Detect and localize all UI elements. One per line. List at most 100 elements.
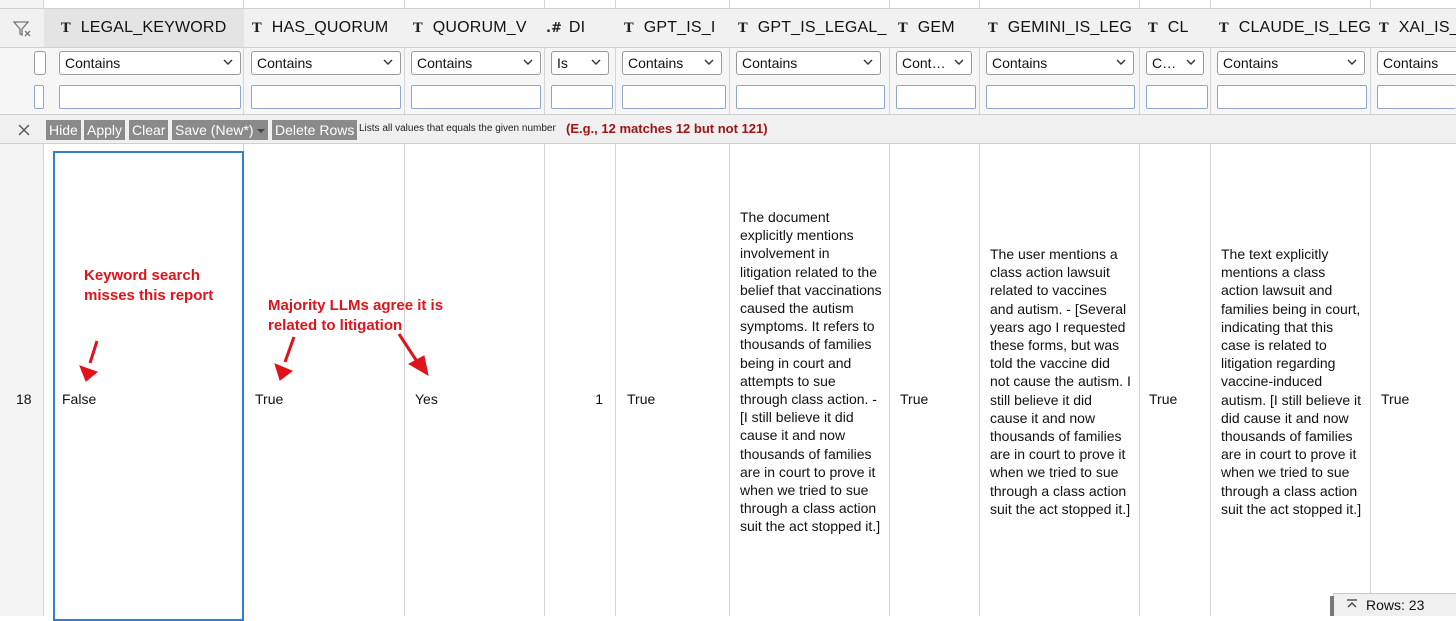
chevron-down-icon <box>383 59 393 65</box>
apply-button[interactable]: Apply <box>84 120 126 140</box>
column-header[interactable]: T XAI_IS_L <box>1371 8 1456 48</box>
filter-value-input[interactable] <box>736 85 885 109</box>
text-type-icon: T <box>898 20 908 36</box>
filter-value-input[interactable] <box>551 85 613 109</box>
table-cell-reason[interactable]: The document explicitly mentions involve… <box>740 208 882 536</box>
annotation-keyword-miss: Keyword search misses this report <box>84 267 214 304</box>
column-header[interactable]: T GPT_IS_I <box>616 8 730 48</box>
chevron-down-icon <box>591 59 601 65</box>
filter-toolbar: Hide Apply Clear Save (New*) Delete Rows… <box>0 114 1456 144</box>
filter-value-input[interactable] <box>1146 85 1208 109</box>
scroll-top-icon[interactable] <box>1345 598 1359 612</box>
column-header[interactable]: T GEM <box>890 8 980 48</box>
column-header[interactable]: T HAS_QUORUM <box>244 8 405 48</box>
text-type-icon: T <box>61 20 71 36</box>
chevron-down-icon <box>1347 59 1357 65</box>
chevron-down-icon <box>1116 59 1126 65</box>
column-header[interactable]: T LEGAL_KEYWORD <box>53 8 244 48</box>
filter-operator-value: Contains <box>992 55 1048 71</box>
chevron-down-icon <box>954 59 964 65</box>
save-options-dropdown[interactable] <box>254 120 268 140</box>
filter-operator-value: Contains <box>65 55 121 71</box>
rows-count-badge[interactable]: Rows: 23 <box>1333 593 1456 616</box>
text-type-icon: T <box>1379 20 1389 36</box>
column-header[interactable]: T GEMINI_IS_LEG <box>980 8 1140 48</box>
text-type-icon: T <box>413 20 423 36</box>
column-header-label: GEMINI_IS_LEG <box>1007 19 1133 36</box>
table-cell[interactable]: 1 <box>545 390 603 408</box>
column-header[interactable]: T QUORUM_V <box>405 8 545 48</box>
column-header-label: GPT_IS_LEGAL_ <box>757 19 887 36</box>
column-header[interactable]: .# DI <box>545 8 616 48</box>
filter-operator-select[interactable]: Is <box>551 51 609 75</box>
table-cell[interactable]: True <box>900 390 928 408</box>
column-header-label: XAI_IS_L <box>1398 19 1456 36</box>
filter-operator-select[interactable]: Contains <box>986 51 1134 75</box>
chevron-down-icon <box>523 59 533 65</box>
table-cell-reason[interactable]: The text explicitly mentions a class act… <box>1221 245 1363 518</box>
filter-operator-select[interactable]: Contains <box>1377 51 1456 75</box>
hide-button[interactable]: Hide <box>46 120 81 140</box>
filter-operator-select[interactable]: Contains <box>1217 51 1365 75</box>
chevron-down-icon <box>1186 59 1196 65</box>
text-type-icon: T <box>1148 20 1158 36</box>
collapse-handle[interactable] <box>1330 596 1334 616</box>
column-header-label: LEGAL_KEYWORD <box>80 19 227 36</box>
filter-operator-select[interactable]: Contains <box>622 51 722 75</box>
delete-rows-button[interactable]: Delete Rows <box>272 120 358 140</box>
filter-operator-select[interactable]: Cont… <box>896 51 972 75</box>
filter-value-input[interactable] <box>622 85 726 109</box>
filter-operator-select[interactable]: Contains <box>736 51 881 75</box>
column-header[interactable]: T GPT_IS_LEGAL_ <box>730 8 890 48</box>
filter-value-input[interactable] <box>411 85 541 109</box>
text-type-icon: T <box>624 20 634 36</box>
filter-operator-value: Contains <box>417 55 473 71</box>
filter-value-input[interactable] <box>1217 85 1367 109</box>
column-header-label: GPT_IS_I <box>643 19 716 36</box>
row-number: 18 <box>16 391 32 407</box>
filter-value-input[interactable] <box>896 85 976 109</box>
column-header-edge <box>44 8 53 48</box>
filter-operator-value: Contains <box>257 55 313 71</box>
filter-icon[interactable] <box>12 19 32 39</box>
filter-operator-select[interactable]: C… <box>1146 51 1204 75</box>
filter-example-text: (E.g., 12 matches 12 but not 121) <box>566 121 768 136</box>
column-header-label: CL <box>1167 19 1189 36</box>
text-type-icon: T <box>252 20 262 36</box>
filter-toggle-cell[interactable] <box>0 8 44 48</box>
filter-help-text: Lists all values that equals the given n… <box>359 123 556 134</box>
selected-cell-outline <box>53 151 244 621</box>
clear-button[interactable]: Clear <box>129 120 169 140</box>
table-cell[interactable]: True <box>1381 390 1409 408</box>
table-cell[interactable]: True <box>1149 390 1177 408</box>
number-type-icon: .# <box>546 20 562 36</box>
table-cell[interactable]: Yes <box>415 390 438 408</box>
filter-operator-select-partial[interactable] <box>34 51 46 75</box>
table-cell[interactable]: True <box>627 390 655 408</box>
filter-value-input[interactable] <box>1377 85 1456 109</box>
filter-operator-value: Is <box>557 55 568 71</box>
filter-value-input[interactable] <box>251 85 401 109</box>
table-cell[interactable]: True <box>255 390 283 408</box>
filter-operator-value: Contains <box>742 55 798 71</box>
filter-value-input[interactable] <box>986 85 1135 109</box>
filter-operator-value: Contains <box>628 55 684 71</box>
filter-operator-select[interactable]: Contains <box>59 51 241 75</box>
chevron-down-icon <box>863 59 873 65</box>
filter-operator-value: Contains <box>1383 55 1439 71</box>
text-type-icon: T <box>1219 20 1229 36</box>
table-cell-reason[interactable]: The user mentions a class action lawsuit… <box>990 245 1132 518</box>
column-header[interactable]: T CL <box>1140 8 1211 48</box>
filter-value-input-partial[interactable] <box>34 85 44 109</box>
filter-operator-value: C… <box>1152 55 1177 71</box>
filter-operator-select[interactable]: Contains <box>251 51 401 75</box>
filter-operator-value: Cont… <box>902 55 946 71</box>
save-button[interactable]: Save (New*) <box>172 120 257 140</box>
filter-operator-select[interactable]: Contains <box>411 51 541 75</box>
data-grid: T LEGAL_KEYWORD T HAS_QUORUM T QUORUM_V .# D… <box>0 0 1456 621</box>
column-header-label: DI <box>568 19 586 36</box>
column-header[interactable]: T CLAUDE_IS_LEG <box>1211 8 1371 48</box>
filter-value-input[interactable] <box>59 85 241 109</box>
close-icon[interactable] <box>18 124 30 136</box>
annotation-majority-llm: Majority LLMs agree it is related to lit… <box>268 297 444 334</box>
